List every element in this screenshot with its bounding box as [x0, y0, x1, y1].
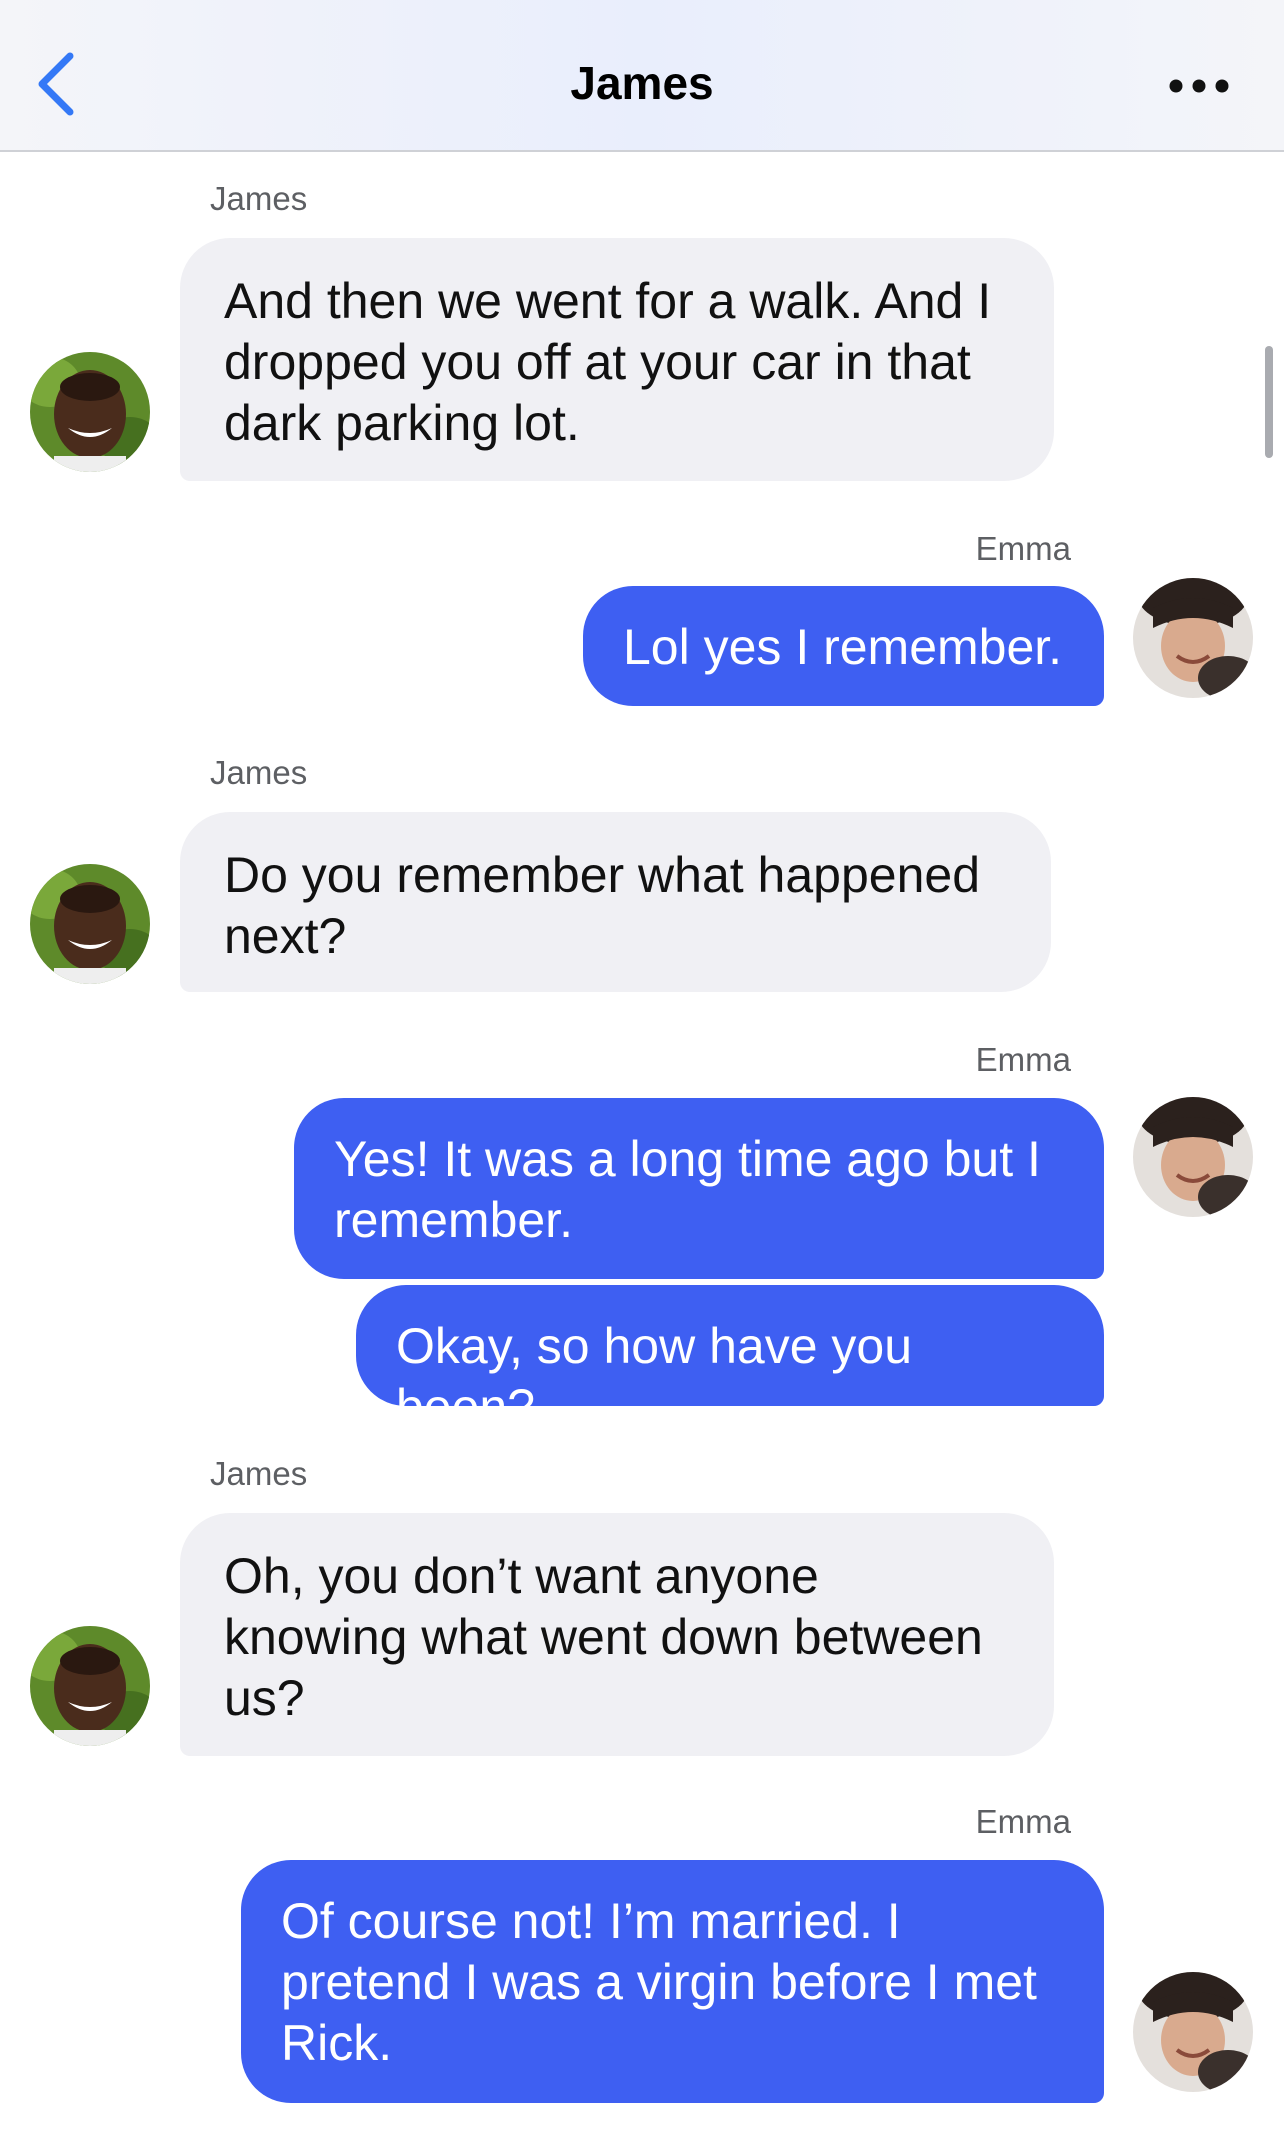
- avatar-james[interactable]: [30, 352, 150, 472]
- chat-screen: James James And then we went for a walk.…: [0, 0, 1284, 2133]
- sender-label: Emma: [975, 1041, 1071, 1078]
- incoming-message-bubble[interactable]: Do you remember what happened next?: [180, 812, 1051, 992]
- sender-label: James: [210, 754, 308, 791]
- sender-label: Emma: [975, 530, 1071, 567]
- incoming-message-bubble[interactable]: And then we went for a walk. And I dropp…: [180, 238, 1054, 481]
- sender-label: Emma: [975, 1803, 1071, 1840]
- sender-label: James: [210, 1455, 308, 1492]
- outgoing-message-bubble[interactable]: Of course not! I’m married. I pretend I …: [241, 1860, 1104, 2103]
- conversation-title: James: [570, 57, 714, 109]
- outgoing-message-bubble[interactable]: Okay, so how have you been?: [356, 1285, 1104, 1435]
- scrollbar[interactable]: [1265, 346, 1273, 458]
- outgoing-message-bubble[interactable]: Lol yes I remember.: [583, 586, 1104, 706]
- avatar-james[interactable]: [30, 1626, 150, 1746]
- ellipsis-icon: [1169, 79, 1229, 93]
- avatar-emma[interactable]: [1133, 1097, 1253, 1217]
- sender-label: James: [210, 180, 308, 217]
- avatar-emma[interactable]: [1133, 578, 1253, 698]
- outgoing-message-bubble[interactable]: Yes! It was a long time ago but I rememb…: [294, 1098, 1104, 1279]
- nav-bar: James: [0, 0, 1284, 152]
- avatar-emma[interactable]: [1133, 1972, 1253, 2092]
- more-options-button[interactable]: [1164, 66, 1234, 106]
- avatar-james[interactable]: [30, 864, 150, 984]
- incoming-message-bubble[interactable]: Oh, you don’t want anyone knowing what w…: [180, 1513, 1054, 1756]
